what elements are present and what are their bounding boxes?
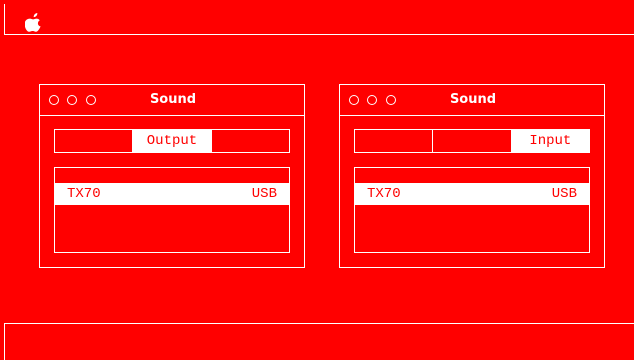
minimize-circle-icon[interactable] [67, 95, 77, 105]
sound-window-output: Sound Output TX70 USB [39, 84, 305, 268]
sound-tabs: Output [54, 129, 290, 153]
device-type: USB [551, 186, 577, 202]
window-title: Sound [149, 92, 197, 107]
tab-blank-1[interactable] [55, 130, 134, 152]
device-list: TX70 USB [354, 167, 590, 253]
close-circle-icon[interactable] [49, 95, 59, 105]
dock [4, 323, 634, 360]
tab-input[interactable]: Input [511, 130, 589, 152]
device-row[interactable]: TX70 USB [355, 183, 589, 205]
minimize-circle-icon[interactable] [367, 95, 377, 105]
device-type: USB [251, 186, 277, 202]
device-name: TX70 [67, 186, 101, 202]
tab-blank-3[interactable] [212, 130, 289, 152]
zoom-circle-icon[interactable] [86, 95, 96, 105]
tab-blank-1[interactable] [355, 130, 434, 152]
tab-blank-2[interactable] [433, 130, 512, 152]
menu-bar [4, 4, 634, 35]
window-title: Sound [449, 92, 497, 107]
close-circle-icon[interactable] [349, 95, 359, 105]
window-titlebar[interactable]: Sound [40, 85, 304, 116]
device-list: TX70 USB [54, 167, 290, 253]
device-row[interactable]: TX70 USB [55, 183, 289, 205]
sound-tabs: Input [354, 129, 590, 153]
device-name: TX70 [367, 186, 401, 202]
window-titlebar[interactable]: Sound [340, 85, 604, 116]
tab-output[interactable]: Output [133, 130, 212, 152]
apple-logo-icon[interactable] [25, 12, 43, 32]
sound-window-input: Sound Input TX70 USB [339, 84, 605, 268]
zoom-circle-icon[interactable] [386, 95, 396, 105]
